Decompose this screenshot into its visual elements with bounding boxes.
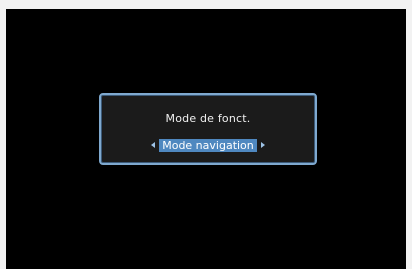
mode-selector[interactable]: Mode navigation bbox=[101, 138, 315, 152]
dialog-title: Mode de fonct. bbox=[165, 112, 251, 125]
arrow-right-icon[interactable] bbox=[260, 142, 265, 148]
selected-mode-value[interactable]: Mode navigation bbox=[159, 138, 257, 152]
osd-screen: Mode de fonct. Mode navigation bbox=[6, 9, 406, 269]
operation-mode-dialog: Mode de fonct. Mode navigation bbox=[99, 93, 317, 165]
arrow-left-icon[interactable] bbox=[151, 142, 156, 148]
